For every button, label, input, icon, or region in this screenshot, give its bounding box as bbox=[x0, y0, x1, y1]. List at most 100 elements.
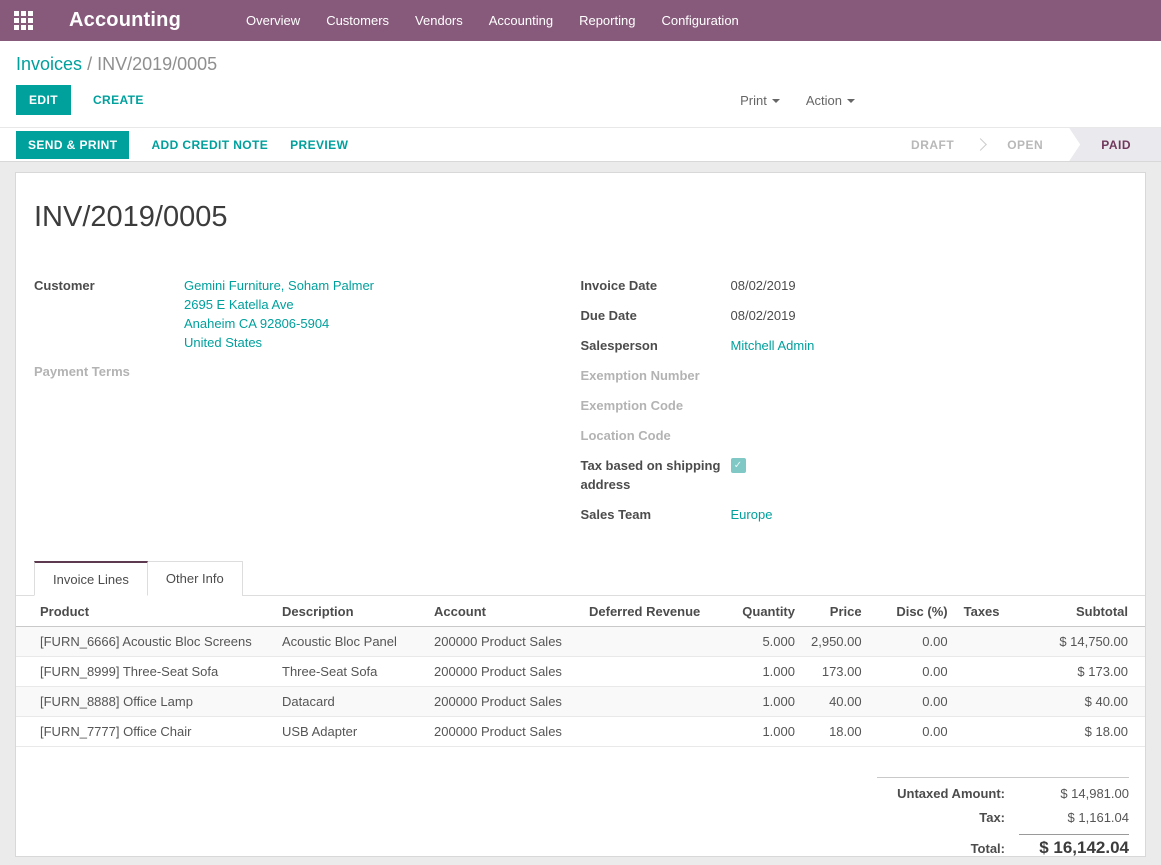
action-label: Action bbox=[806, 93, 842, 108]
invoice-date-value: 08/02/2019 bbox=[731, 276, 796, 295]
cell-account: 200000 Product Sales bbox=[426, 717, 581, 747]
control-buttons-row: EDIT CREATE Print Action bbox=[16, 85, 1145, 127]
main-menu: Overview Customers Vendors Accounting Re… bbox=[233, 0, 752, 41]
send-and-print-button[interactable]: SEND & PRINT bbox=[16, 131, 129, 159]
breadcrumb-parent-link[interactable]: Invoices bbox=[16, 54, 82, 74]
total-label: Total: bbox=[877, 841, 1019, 856]
cell-subtotal: $ 18.00 bbox=[1049, 717, 1145, 747]
cell-description: Acoustic Bloc Panel bbox=[274, 627, 426, 657]
col-taxes[interactable]: Taxes bbox=[956, 596, 1049, 627]
salesperson-label: Salesperson bbox=[581, 336, 731, 355]
tab-other-info[interactable]: Other Info bbox=[147, 561, 243, 596]
table-row[interactable]: [FURN_6666] Acoustic Bloc Screens Acoust… bbox=[16, 627, 1145, 657]
customer-field: Customer Gemini Furniture, Soham Palmer … bbox=[34, 276, 581, 352]
cell-account: 200000 Product Sales bbox=[426, 657, 581, 687]
due-date-value: 08/02/2019 bbox=[731, 306, 796, 325]
stage-draft[interactable]: DRAFT bbox=[887, 128, 978, 161]
customer-address: Gemini Furniture, Soham Palmer 2695 E Ka… bbox=[184, 276, 374, 352]
statusbar: SEND & PRINT ADD CREDIT NOTE PREVIEW DRA… bbox=[0, 127, 1161, 162]
total-row: Total: $ 16,142.04 bbox=[877, 829, 1129, 862]
menu-item-accounting[interactable]: Accounting bbox=[476, 0, 566, 41]
preview-button[interactable]: PREVIEW bbox=[290, 138, 348, 152]
salesperson-link[interactable]: Mitchell Admin bbox=[731, 336, 815, 355]
cell-description: Three-Seat Sofa bbox=[274, 657, 426, 687]
totals-section: Untaxed Amount: $ 14,981.00 Tax: $ 1,161… bbox=[877, 777, 1129, 865]
table-row[interactable]: [FURN_8999] Three-Seat Sofa Three-Seat S… bbox=[16, 657, 1145, 687]
untaxed-amount-value: $ 14,981.00 bbox=[1019, 786, 1129, 801]
fields-left-column: Customer Gemini Furniture, Soham Palmer … bbox=[34, 276, 581, 535]
cell-description: USB Adapter bbox=[274, 717, 426, 747]
menu-item-overview[interactable]: Overview bbox=[233, 0, 313, 41]
app-title[interactable]: Accounting bbox=[69, 9, 181, 32]
sales-team-label: Sales Team bbox=[581, 505, 731, 524]
add-credit-note-button[interactable]: ADD CREDIT NOTE bbox=[151, 138, 268, 152]
apps-grid-icon bbox=[14, 11, 33, 30]
col-product[interactable]: Product bbox=[16, 596, 274, 627]
table-row[interactable]: [FURN_7777] Office Chair USB Adapter 200… bbox=[16, 717, 1145, 747]
field-grid: Customer Gemini Furniture, Soham Palmer … bbox=[16, 234, 1145, 535]
cell-disc: 0.00 bbox=[870, 717, 956, 747]
print-dropdown-button[interactable]: Print bbox=[740, 93, 780, 108]
invoice-sheet: INV/2019/0005 Customer Gemini Furniture,… bbox=[15, 172, 1146, 857]
customer-country[interactable]: United States bbox=[184, 333, 374, 352]
col-disc[interactable]: Disc (%) bbox=[870, 596, 956, 627]
status-pipeline: DRAFT OPEN PAID bbox=[887, 128, 1161, 161]
form-view: INV/2019/0005 Customer Gemini Furniture,… bbox=[0, 162, 1161, 857]
tab-invoice-lines[interactable]: Invoice Lines bbox=[34, 561, 148, 596]
cell-product: [FURN_8888] Office Lamp bbox=[16, 687, 274, 717]
stage-open[interactable]: OPEN bbox=[983, 128, 1067, 161]
col-description[interactable]: Description bbox=[274, 596, 426, 627]
apps-menu-button[interactable] bbox=[0, 11, 49, 30]
tax-shipping-field: Tax based on shipping address ✓ bbox=[581, 456, 1128, 494]
stage-paid[interactable]: PAID bbox=[1069, 128, 1161, 161]
cell-disc: 0.00 bbox=[870, 627, 956, 657]
customer-city[interactable]: Anaheim CA 92806-5904 bbox=[184, 314, 374, 333]
menu-item-customers[interactable]: Customers bbox=[313, 0, 402, 41]
breadcrumb-current: INV/2019/0005 bbox=[97, 54, 217, 74]
cell-deferred-revenue bbox=[581, 657, 709, 687]
create-button[interactable]: CREATE bbox=[93, 93, 144, 107]
col-subtotal[interactable]: Subtotal bbox=[1049, 596, 1145, 627]
col-price[interactable]: Price bbox=[803, 596, 870, 627]
cell-disc: 0.00 bbox=[870, 657, 956, 687]
exemption-number-label: Exemption Number bbox=[581, 366, 731, 385]
statusbar-buttons: SEND & PRINT ADD CREDIT NOTE PREVIEW bbox=[0, 128, 348, 161]
exemption-code-field: Exemption Code bbox=[581, 396, 1128, 415]
sales-team-field: Sales Team Europe bbox=[581, 505, 1128, 524]
cell-description: Datacard bbox=[274, 687, 426, 717]
cell-deferred-revenue bbox=[581, 627, 709, 657]
edit-button[interactable]: EDIT bbox=[16, 85, 71, 115]
cell-subtotal: $ 40.00 bbox=[1049, 687, 1145, 717]
tab-row: Invoice Lines Other Info bbox=[16, 561, 1145, 596]
action-dropdown-button[interactable]: Action bbox=[806, 93, 855, 108]
col-deferred-revenue[interactable]: Deferred Revenue bbox=[581, 596, 709, 627]
cell-product: [FURN_6666] Acoustic Bloc Screens bbox=[16, 627, 274, 657]
col-quantity[interactable]: Quantity bbox=[709, 596, 803, 627]
customer-label: Customer bbox=[34, 276, 184, 352]
col-account[interactable]: Account bbox=[426, 596, 581, 627]
tax-shipping-checkbox[interactable]: ✓ bbox=[731, 458, 746, 473]
menu-item-reporting[interactable]: Reporting bbox=[566, 0, 648, 41]
table-header-row: Product Description Account Deferred Rev… bbox=[16, 596, 1145, 627]
due-date-label: Due Date bbox=[581, 306, 731, 325]
menu-item-vendors[interactable]: Vendors bbox=[402, 0, 476, 41]
cell-taxes bbox=[956, 687, 1049, 717]
cell-quantity: 5.000 bbox=[709, 627, 803, 657]
untaxed-amount-row: Untaxed Amount: $ 14,981.00 bbox=[877, 777, 1129, 805]
cell-disc: 0.00 bbox=[870, 687, 956, 717]
menu-item-configuration[interactable]: Configuration bbox=[648, 0, 751, 41]
invoice-date-field: Invoice Date 08/02/2019 bbox=[581, 276, 1128, 295]
cell-taxes bbox=[956, 717, 1049, 747]
sales-team-link[interactable]: Europe bbox=[731, 505, 773, 524]
table-row[interactable]: [FURN_8888] Office Lamp Datacard 200000 … bbox=[16, 687, 1145, 717]
total-value: $ 16,142.04 bbox=[1019, 834, 1129, 858]
customer-street[interactable]: 2695 E Katella Ave bbox=[184, 295, 374, 314]
salesperson-field: Salesperson Mitchell Admin bbox=[581, 336, 1128, 355]
cell-quantity: 1.000 bbox=[709, 717, 803, 747]
cell-subtotal: $ 173.00 bbox=[1049, 657, 1145, 687]
invoice-lines-table: Product Description Account Deferred Rev… bbox=[16, 596, 1145, 747]
cell-taxes bbox=[956, 627, 1049, 657]
customer-name-link[interactable]: Gemini Furniture, Soham Palmer bbox=[184, 276, 374, 295]
caret-down-icon bbox=[772, 99, 780, 103]
exemption-code-label: Exemption Code bbox=[581, 396, 731, 415]
